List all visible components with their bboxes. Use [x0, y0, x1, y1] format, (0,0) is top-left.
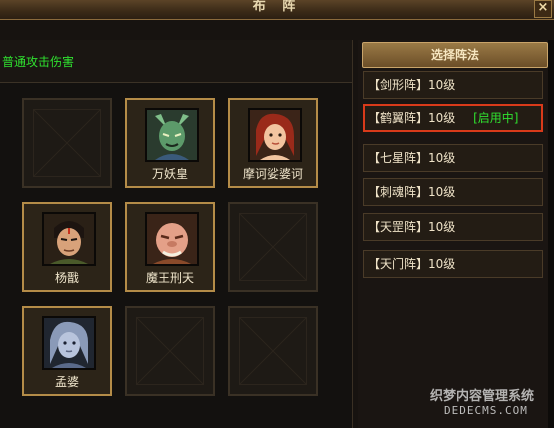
formation-label: 【七星阵】10级 [368, 151, 456, 165]
formation-slot-9[interactable] [228, 306, 318, 396]
pale-woman-portrait [42, 316, 96, 370]
unit-name: 杨戬 [54, 271, 79, 285]
bald-ogre-portrait [145, 212, 199, 266]
formation-item[interactable]: 【天罡阵】10级 [363, 213, 543, 241]
formation-list-header: 选择阵法 [362, 42, 548, 68]
unit-name: 摩诃娑婆诃 [242, 167, 303, 181]
close-icon[interactable]: × [538, 0, 549, 15]
formation-item-active[interactable]: 【鹤翼阵】10级 [启用中] [363, 104, 543, 132]
formation-slot-8[interactable] [125, 306, 215, 396]
window-title: 布 阵 [252, 0, 302, 14]
formation-label: 【鹤翼阵】10级 [368, 111, 456, 125]
formation-label: 【刺魂阵】10级 [368, 185, 456, 199]
formation-item[interactable]: 【刺魂阵】10级 [363, 178, 543, 206]
title-bar: 布 阵 × [0, 0, 554, 20]
empty-slot-icon [239, 213, 307, 281]
warrior-man-portrait [42, 212, 96, 266]
red-hair-woman-portrait [248, 108, 302, 162]
formation-grid-panel: 普通攻击伤害 万妖皇 摩诃娑婆诃 杨戬 魔王刑天 孟婆 [0, 40, 353, 428]
unit-name: 孟婆 [54, 375, 79, 389]
formation-item[interactable]: 【七星阵】10级 [363, 144, 543, 172]
formation-slot-7[interactable]: 孟婆 [22, 306, 112, 396]
formation-item[interactable]: 【天门阵】10级 [363, 250, 543, 278]
formation-slot-2[interactable]: 万妖皇 [125, 98, 215, 188]
empty-slot-icon [136, 317, 204, 385]
formation-item[interactable]: 【剑形阵】10级 [363, 71, 543, 99]
empty-slot-icon [239, 317, 307, 385]
watermark-text: 织梦内容管理系统 [430, 389, 535, 404]
active-badge: [启用中] [473, 111, 519, 125]
unit-name: 魔王刑天 [145, 271, 194, 285]
effect-header: 普通攻击伤害 [0, 40, 352, 83]
formation-select-panel: 选择阵法 【剑形阵】10级 【鹤翼阵】10级 [启用中] 【七星阵】10级 【刺… [358, 40, 554, 428]
formation-slot-4[interactable]: 杨戬 [22, 202, 112, 292]
effect-description: 普通攻击伤害 [2, 55, 75, 69]
formation-slot-6[interactable] [228, 202, 318, 292]
formation-slot-3[interactable]: 摩诃娑婆诃 [228, 98, 318, 188]
watermark-url: DEDECMS.COM [444, 404, 528, 417]
formation-label: 【天门阵】10级 [368, 257, 456, 271]
green-demon-portrait [145, 108, 199, 162]
close-button[interactable]: × [534, 0, 552, 18]
formation-label: 【天罡阵】10级 [368, 220, 456, 234]
formation-slot-1[interactable] [22, 98, 112, 188]
scrollbar[interactable] [548, 40, 554, 428]
unit-name: 万妖皇 [151, 167, 188, 181]
empty-slot-icon [33, 109, 101, 177]
formation-slot-5[interactable]: 魔王刑天 [125, 202, 215, 292]
formation-label: 【剑形阵】10级 [368, 78, 456, 92]
